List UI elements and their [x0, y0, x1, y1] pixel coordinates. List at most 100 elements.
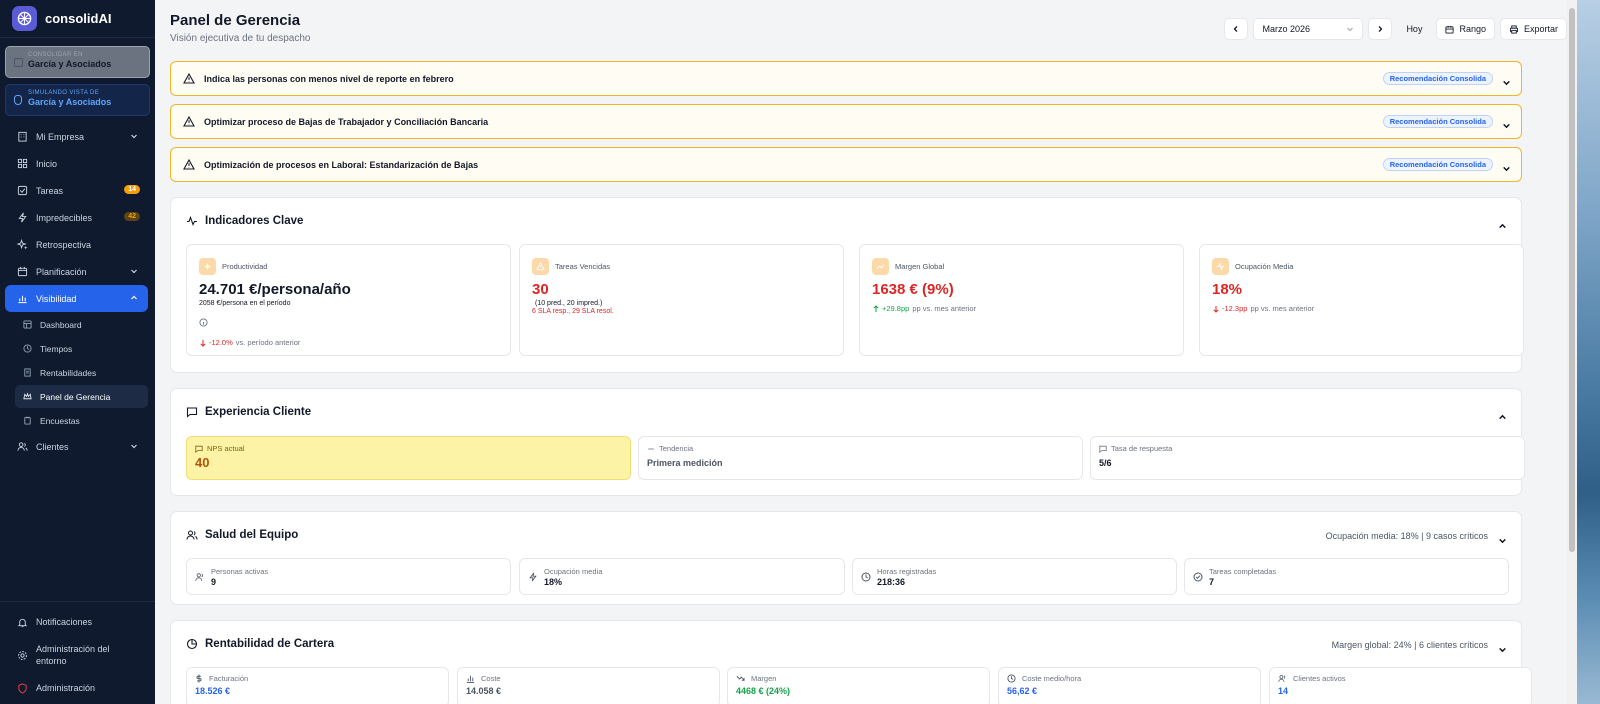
page-subtitle: Visión ejecutiva de tu despacho	[170, 33, 311, 44]
sidebar-subitem-label: Dashboard	[40, 319, 82, 330]
vertical-scrollbar[interactable]	[1567, 0, 1577, 704]
arrow-up-icon	[873, 304, 879, 312]
chevron-up-icon[interactable]	[1498, 409, 1507, 427]
clock-icon	[861, 572, 871, 582]
chevron-down-icon[interactable]	[1502, 117, 1511, 135]
kpi-delta-value: -12.3pp	[1222, 304, 1248, 313]
trending-down-icon	[736, 674, 745, 683]
simulating-label: SIMULANDO VISTA DE	[28, 90, 100, 96]
impredecibles-count-badge: 42	[124, 212, 140, 221]
stat-value: 9	[211, 576, 217, 587]
brand-logo-icon	[12, 6, 37, 31]
chevron-down-icon[interactable]	[1502, 74, 1511, 92]
card-title: Rentabilidad de Cartera	[205, 638, 335, 650]
sidebar-item-impredecibles[interactable]: Impredecibles 42	[5, 204, 148, 231]
stat-horas-registradas: Horas registradas 218:36	[852, 558, 1177, 595]
sidebar-item-admin-entorno[interactable]: Administración del entorno	[5, 635, 148, 675]
chevron-down-icon	[130, 267, 138, 277]
sidebar-item-retrospectiva[interactable]: Retrospectiva	[5, 231, 148, 258]
export-button-label: Exportar	[1523, 24, 1558, 34]
sidebar-item-label: Impredecibles	[36, 212, 93, 223]
stat-label: Ocupación media	[544, 566, 603, 576]
card-header[interactable]: Experiencia Cliente	[186, 406, 311, 418]
next-month-button[interactable]	[1368, 18, 1393, 40]
export-button[interactable]: Exportar	[1499, 18, 1567, 40]
stat-value: 18.526 €	[195, 686, 231, 696]
sidebar-subitem-dashboard[interactable]: Dashboard	[15, 313, 148, 336]
sidebar-item-planificacion[interactable]: Planificación	[5, 258, 148, 285]
chevron-up-icon[interactable]	[1498, 218, 1507, 236]
sidebar-subitem-label: Tiempos	[40, 343, 73, 354]
scrollbar-thumb[interactable]	[1569, 8, 1575, 552]
sidebar-item-mi-empresa[interactable]: Mi Empresa	[5, 123, 148, 150]
activity-icon	[1212, 258, 1229, 275]
card-header[interactable]: Rentabilidad de Cartera	[186, 638, 334, 650]
sidebar-item-tareas[interactable]: Tareas 14	[5, 177, 148, 204]
toolbar: Marzo 2026 Hoy Rango Exportar	[1224, 18, 1567, 40]
stat-label: Facturación	[209, 674, 249, 683]
sidebar-item-notificaciones[interactable]: Notificaciones	[5, 609, 148, 635]
brand[interactable]: consolidAI	[0, 0, 155, 38]
page-title: Panel de Gerencia	[170, 12, 301, 29]
month-select-value: Marzo 2026	[1262, 24, 1310, 34]
kpi-margen-global: Margen Global 1638 € (9%) +29.8pp pp vs.…	[859, 244, 1184, 356]
card-header[interactable]: Indicadores Clave	[186, 215, 303, 227]
sidebar-subitem-tiempos[interactable]: Tiempos	[15, 337, 148, 360]
calendar-icon	[1445, 25, 1455, 34]
kpi-value: 30	[532, 281, 549, 298]
company-selector[interactable]: CONSOLIDAR EN García y Asociados	[5, 46, 150, 78]
sidebar-subitem-label: Rentabilidades	[40, 367, 97, 378]
alert-triangle-icon	[532, 258, 549, 275]
sidebar-subitem-rentabilidades[interactable]: Rentabilidades	[15, 361, 148, 384]
tareas-count-badge: 14	[124, 185, 140, 194]
recommendation-alert[interactable]: Indica las personas con menos nivel de r…	[170, 61, 1522, 96]
sidebar-subitem-panel-gerencia[interactable]: Panel de Gerencia	[15, 385, 148, 408]
recommendation-tag: Recomendación Consolida	[1382, 158, 1493, 171]
card-header[interactable]: Salud del Equipo	[186, 529, 298, 541]
stat-label: Coste medio/hora	[1022, 674, 1082, 683]
month-select[interactable]: Marzo 2026	[1253, 18, 1364, 40]
chevron-down-icon[interactable]	[1498, 532, 1507, 550]
tasa-respuesta-card: Tasa de respuesta 5/6	[1090, 436, 1525, 480]
nps-label: NPS actual	[207, 444, 245, 453]
stat-value: 7	[1209, 576, 1215, 587]
stat-personas-activas: Personas activas 9	[186, 558, 511, 595]
sidebar-subitem-encuestas[interactable]: Encuestas	[15, 409, 148, 432]
simulating-name: García y Asociados	[28, 97, 112, 107]
dollar-icon	[195, 674, 203, 683]
sidebar-subitem-label: Encuestas	[40, 415, 80, 426]
sidebar-item-visibilidad[interactable]: Visibilidad	[5, 285, 148, 312]
warning-icon	[183, 73, 195, 84]
sidebar-item-inicio[interactable]: Inicio	[5, 150, 148, 177]
sparkle-icon	[199, 258, 216, 275]
stat-value: 218:36	[877, 576, 906, 587]
chevron-down-icon[interactable]	[1498, 641, 1507, 659]
stat-label: Personas activas	[211, 566, 269, 576]
stat-label: Tareas completadas	[1209, 566, 1277, 576]
sidebar-footer: Notificaciones Administración del entorn…	[0, 601, 155, 704]
card-summary: Ocupación media: 18% | 9 casos críticos	[1325, 531, 1488, 541]
info-icon[interactable]	[199, 314, 498, 332]
sidebar-item-label: Tareas	[36, 185, 64, 196]
sidebar-item-administracion[interactable]: Administración	[5, 675, 148, 701]
stat-clientes-activos: Clientes activos 14	[1269, 667, 1532, 704]
lightning-icon	[528, 572, 538, 582]
building-icon	[14, 58, 23, 67]
recommendation-alert[interactable]: Optimización de procesos en Laboral: Est…	[170, 147, 1522, 182]
today-button[interactable]: Hoy	[1397, 18, 1431, 40]
kpi-delta-label: pp vs. mes anterior	[912, 304, 977, 313]
tasa-label: Tasa de respuesta	[1111, 444, 1173, 453]
sidebar: consolidAI CONSOLIDAR EN García y Asocia…	[0, 0, 155, 704]
simulating-view-box[interactable]: SIMULANDO VISTA DE García y Asociados	[5, 84, 150, 116]
recommendation-alert[interactable]: Optimizar proceso de Bajas de Trabajador…	[170, 104, 1522, 139]
card-title: Salud del Equipo	[205, 529, 299, 541]
salud-equipo-card: Salud del Equipo Ocupación media: 18% | …	[170, 511, 1522, 605]
sidebar-item-clientes[interactable]: Clientes	[5, 433, 148, 460]
chevron-down-icon[interactable]	[1502, 160, 1511, 178]
sidebar-item-label: Planificación	[36, 266, 87, 277]
prev-month-button[interactable]	[1224, 18, 1249, 40]
stat-value: 4468 € (24%)	[736, 686, 791, 696]
sparkles-icon	[17, 239, 28, 250]
range-button[interactable]: Rango	[1436, 18, 1495, 40]
indicadores-card: Indicadores Clave Productividad 24.701 €…	[170, 197, 1524, 373]
